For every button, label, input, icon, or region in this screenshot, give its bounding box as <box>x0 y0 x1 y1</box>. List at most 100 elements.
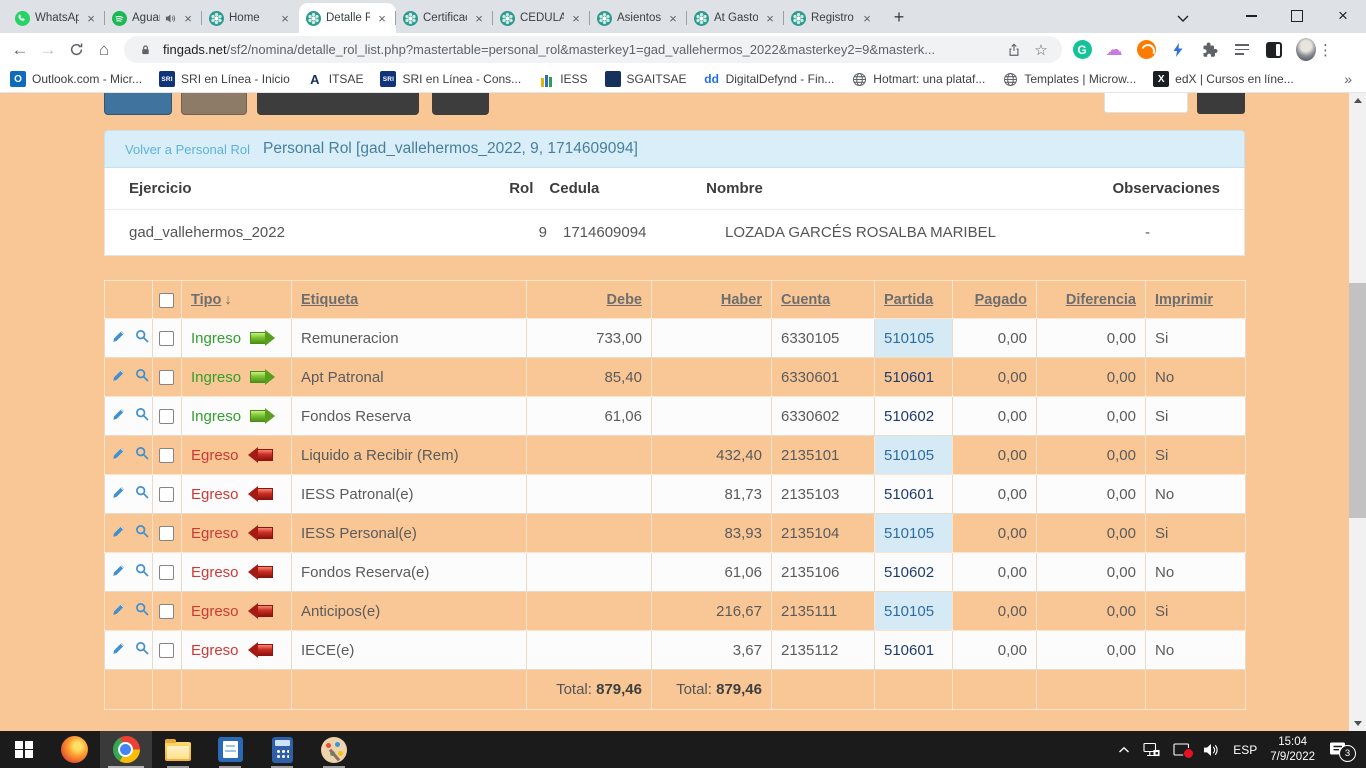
avast-extension-icon[interactable] <box>1136 40 1156 60</box>
forward-icon[interactable]: → <box>34 36 62 64</box>
tab-close-icon[interactable]: × <box>472 11 486 26</box>
tab-close-icon[interactable]: × <box>763 11 777 26</box>
tab-close-icon[interactable]: × <box>860 11 874 26</box>
taskbar-explorer-icon[interactable] <box>152 731 204 768</box>
bookmark-item[interactable]: SRI SRI en Línea - Cons... <box>380 71 521 87</box>
partial-button-4[interactable] <box>432 93 489 115</box>
bookmark-item[interactable]: X edX | Cursos en líne... <box>1153 71 1294 87</box>
tab-close-icon[interactable]: × <box>666 11 680 26</box>
partial-button-1[interactable] <box>104 93 172 115</box>
sidebar-extension-icon[interactable] <box>1264 40 1284 60</box>
edit-pencil-icon[interactable] <box>111 485 126 503</box>
edit-pencil-icon[interactable] <box>111 407 126 425</box>
bookmark-item[interactable]: A ITSAE <box>307 71 364 87</box>
screen-alert-icon[interactable] <box>1173 743 1190 756</box>
sort-tipo-link[interactable]: Tipo↓ <box>191 292 232 308</box>
row-checkbox[interactable] <box>159 409 174 424</box>
bookmark-item[interactable]: SRI SRI en Línea - Inicio <box>159 71 290 87</box>
home-icon[interactable]: ⌂ <box>90 36 118 64</box>
partida-value[interactable]: 510105 <box>884 330 934 347</box>
select-all-checkbox[interactable] <box>159 293 174 308</box>
edit-pencil-icon[interactable] <box>111 563 126 581</box>
taskbar-document-app-icon[interactable] <box>204 731 256 768</box>
bookmarks-overflow-icon[interactable]: » <box>1344 71 1352 87</box>
bookmark-star-icon[interactable]: ☆ <box>1032 41 1050 59</box>
view-magnifier-icon[interactable] <box>134 329 149 347</box>
partida-value[interactable]: 510105 <box>884 603 934 620</box>
tray-chevron-up-icon[interactable] <box>1118 746 1130 754</box>
scrollbar-down-arrow[interactable] <box>1349 716 1366 731</box>
tab-close-icon[interactable]: × <box>181 11 195 26</box>
partida-value[interactable]: 510105 <box>884 525 934 542</box>
sort-cuenta-link[interactable]: Cuenta <box>781 292 830 308</box>
row-checkbox[interactable] <box>159 526 174 541</box>
tab-close-icon[interactable]: × <box>278 11 292 26</box>
browser-tab[interactable]: Home × <box>202 3 299 33</box>
row-checkbox[interactable] <box>159 448 174 463</box>
bookmark-item[interactable]: SGAITSAE <box>605 71 687 87</box>
partial-button-2[interactable] <box>181 93 247 115</box>
speaker-icon[interactable] <box>1203 743 1220 757</box>
lock-icon[interactable] <box>136 41 154 59</box>
media-queue-extension-icon[interactable] <box>1232 40 1252 60</box>
row-checkbox[interactable] <box>159 370 174 385</box>
view-magnifier-icon[interactable] <box>134 641 149 659</box>
browser-tab[interactable]: Asientos C × <box>590 3 687 33</box>
bookmark-item[interactable]: O Outlook.com - Micr... <box>10 71 142 87</box>
page-scrollbar[interactable] <box>1349 93 1366 731</box>
tab-search-chevron-icon[interactable] <box>1168 9 1198 27</box>
browser-tab[interactable]: CEDULA P × <box>493 3 590 33</box>
cloud-extension-icon[interactable]: ☁ <box>1104 40 1124 60</box>
edit-pencil-icon[interactable] <box>111 368 126 386</box>
start-button[interactable] <box>0 731 48 768</box>
row-checkbox[interactable] <box>159 643 174 658</box>
network-icon[interactable] <box>1143 742 1160 757</box>
scrollbar-thumb[interactable] <box>1349 283 1366 518</box>
browser-tab[interactable]: WhatsApp × <box>8 3 105 33</box>
partial-button-3[interactable] <box>257 93 419 115</box>
reload-icon[interactable] <box>62 36 90 64</box>
sort-imprimir-link[interactable]: Imprimir <box>1155 292 1213 308</box>
address-bar[interactable]: fingads.net/sf2/nomina/detalle_rol_list.… <box>124 36 1062 63</box>
bookmark-item[interactable]: IESS <box>538 71 587 87</box>
row-checkbox[interactable] <box>159 604 174 619</box>
sort-partida-link[interactable]: Partida <box>884 292 933 308</box>
extensions-puzzle-icon[interactable] <box>1200 40 1220 60</box>
browser-tab[interactable]: Aguar × <box>105 3 202 33</box>
sort-debe-link[interactable]: Debe <box>607 292 642 308</box>
browser-tab[interactable]: Certificaci × <box>396 3 493 33</box>
tab-close-icon[interactable]: × <box>375 11 389 26</box>
share-icon[interactable] <box>1005 41 1023 59</box>
back-to-personal-rol-link[interactable]: Volver a Personal Rol <box>125 142 250 157</box>
view-magnifier-icon[interactable] <box>134 524 149 542</box>
window-close-button[interactable]: × <box>1320 0 1366 32</box>
page-top-button[interactable] <box>1197 93 1245 114</box>
tab-audio-icon[interactable] <box>165 13 176 24</box>
bookmark-item[interactable]: Hotmart: una plataf... <box>851 71 985 87</box>
view-magnifier-icon[interactable] <box>134 485 149 503</box>
back-icon[interactable]: ← <box>6 36 34 64</box>
partida-value[interactable]: 510105 <box>884 447 934 464</box>
sort-diferencia-link[interactable]: Diferencia <box>1066 292 1136 308</box>
sort-pagado-link[interactable]: Pagado <box>975 292 1027 308</box>
edit-pencil-icon[interactable] <box>111 524 126 542</box>
view-magnifier-icon[interactable] <box>134 407 149 425</box>
browser-tab[interactable]: Detalle Rol × <box>299 3 396 33</box>
browser-menu-icon[interactable]: ⋮ <box>1318 41 1333 59</box>
row-checkbox[interactable] <box>159 565 174 580</box>
sort-etiqueta-link[interactable]: Etiqueta <box>301 292 358 308</box>
taskbar-clock[interactable]: 15:04 7/9/2022 <box>1270 735 1315 765</box>
edit-pencil-icon[interactable] <box>111 446 126 464</box>
taskbar-calculator-icon[interactable] <box>256 731 308 768</box>
view-magnifier-icon[interactable] <box>134 602 149 620</box>
browser-tab[interactable]: At Gastos S × <box>687 3 784 33</box>
view-magnifier-icon[interactable] <box>134 368 149 386</box>
row-checkbox[interactable] <box>159 487 174 502</box>
page-top-input[interactable] <box>1104 93 1188 113</box>
edit-pencil-icon[interactable] <box>111 329 126 347</box>
minimize-button[interactable] <box>1228 0 1274 32</box>
profile-avatar[interactable] <box>1296 40 1316 60</box>
taskbar-paint-icon[interactable] <box>308 731 360 768</box>
edit-pencil-icon[interactable] <box>111 641 126 659</box>
view-magnifier-icon[interactable] <box>134 446 149 464</box>
